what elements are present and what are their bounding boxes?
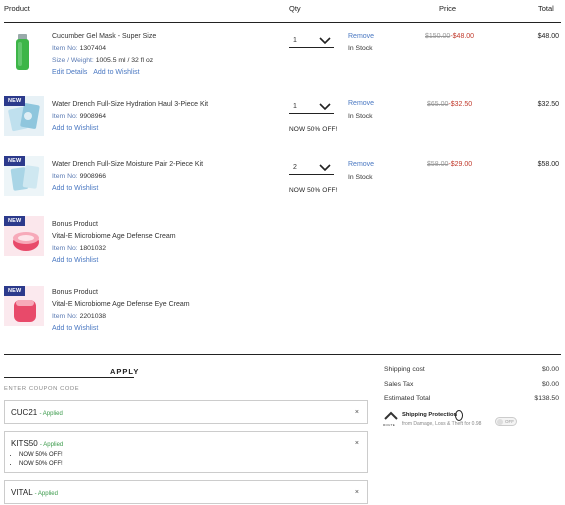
item-number: Item No: 9908964: [52, 113, 107, 120]
header-divider: [4, 22, 561, 23]
new-badge: NEW: [4, 286, 26, 296]
product-image-moisture-pair[interactable]: NEW: [4, 156, 44, 196]
chevron-down-icon: [319, 103, 331, 111]
coupon-code: KITS50 - Applied: [11, 439, 64, 448]
promo-text: NOW 50% OFF!: [289, 187, 338, 194]
shipping-protection-toggle[interactable]: OFF: [495, 417, 517, 426]
product-image-vital-e-cream[interactable]: NEW: [4, 216, 44, 256]
add-to-wishlist-link[interactable]: Add to Wishlist: [93, 69, 139, 76]
cart-item-1: Cucumber Gel Mask - Super Size Item No: …: [52, 31, 282, 79]
item-number: Item No: 9908966: [52, 173, 107, 180]
item-total: $32.50: [537, 101, 559, 108]
coupon-note: NOW 50% OFF!: [19, 451, 63, 460]
estimated-total-value: $138.50: [534, 395, 559, 402]
route-icon: [384, 411, 398, 420]
new-badge: NEW: [4, 216, 26, 226]
bonus-label: Bonus Product: [52, 221, 98, 228]
applied-coupon-vital: VITAL - Applied ×: [4, 480, 368, 504]
new-badge: NEW: [4, 156, 26, 166]
chevron-down-icon: [319, 164, 331, 172]
remove-link[interactable]: Remove: [348, 100, 374, 107]
item-price: $150.00-$48.00: [425, 33, 475, 40]
coupon-code: VITAL - Applied: [11, 488, 58, 497]
stock-status: In Stock: [348, 45, 373, 52]
shipping-cost-label: Shipping cost: [384, 366, 425, 373]
shipping-cost-value: $0.00: [541, 366, 559, 373]
coupon-note: NOW 50% OFF!: [19, 460, 63, 469]
header-total: Total: [538, 4, 554, 13]
coupon-code: CUC21 - Applied: [11, 408, 63, 417]
stock-status: In Stock: [348, 174, 373, 181]
quantity-select[interactable]: 1: [289, 34, 334, 48]
stock-status: In Stock: [348, 113, 373, 120]
add-to-wishlist-link[interactable]: Add to Wishlist: [52, 185, 98, 192]
info-icon[interactable]: [455, 410, 463, 421]
item-number: Item No: 1801032: [52, 245, 107, 252]
item-name: Water Drench Full-Size Hydration Haul 3-…: [52, 101, 209, 108]
new-badge: NEW: [4, 96, 26, 106]
remove-coupon-icon[interactable]: ×: [355, 440, 359, 447]
bonus-label: Bonus Product: [52, 289, 98, 296]
header-price: Price: [439, 4, 457, 13]
item-total: $48.00: [537, 33, 559, 40]
product-image-hydration-kit[interactable]: NEW: [4, 96, 44, 136]
coupon-placeholder-label: ENTER COUPON CODE: [4, 386, 80, 392]
item-name: Vital-E Microbiome Age Defense Eye Cream: [52, 301, 190, 308]
estimated-total-label: Estimated Total: [384, 395, 431, 402]
cart-item-5: Bonus Product Vital-E Microbiome Age Def…: [52, 287, 282, 335]
promo-text: NOW 50% OFF!: [289, 126, 338, 133]
add-to-wishlist-link[interactable]: Add to Wishlist: [52, 125, 98, 132]
cart-item-3: Water Drench Full-Size Moisture Pair 2-P…: [52, 159, 282, 195]
item-number: Item No: 1307404: [52, 45, 107, 52]
shipping-protection-title: Shipping Protection: [402, 412, 458, 418]
header-product: Product: [4, 4, 30, 13]
sales-tax-label: Sales Tax: [384, 381, 414, 388]
product-image-vital-e-eye-cream[interactable]: NEW: [4, 286, 44, 326]
quantity-select[interactable]: 1: [289, 100, 334, 114]
toggle-knob: [497, 419, 503, 425]
toggle-label: OFF: [505, 419, 514, 424]
add-to-wishlist-link[interactable]: Add to Wishlist: [52, 325, 98, 332]
route-logo: ROUTE: [383, 411, 399, 427]
item-price: $65.00-$32.50: [427, 101, 473, 108]
header-qty: Qty: [289, 4, 301, 13]
cart-divider: [4, 354, 561, 355]
add-to-wishlist-link[interactable]: Add to Wishlist: [52, 257, 98, 264]
edit-details-link[interactable]: Edit Details: [52, 69, 87, 76]
item-name: Cucumber Gel Mask - Super Size: [52, 33, 157, 40]
remove-coupon-icon[interactable]: ×: [355, 409, 359, 416]
applied-coupon-cuc21: CUC21 - Applied ×: [4, 400, 368, 424]
item-name: Water Drench Full-Size Moisture Pair 2-P…: [52, 161, 204, 168]
cart-item-2: Water Drench Full-Size Hydration Haul 3-…: [52, 99, 282, 135]
item-total: $58.00: [537, 161, 559, 168]
remove-link[interactable]: Remove: [348, 33, 374, 40]
cart-item-4: Bonus Product Vital-E Microbiome Age Def…: [52, 219, 282, 267]
item-size: Size / Weight: 1005.5 ml / 32 fl oz: [52, 57, 154, 64]
coupon-notes: NOW 50% OFF! NOW 50% OFF!: [19, 451, 63, 469]
shipping-protection-desc: from Damage, Loss & Theft for 0.98: [402, 421, 482, 427]
quantity-select[interactable]: 2: [289, 161, 334, 175]
item-price: $58.00-$29.00: [427, 161, 473, 168]
item-name: Vital-E Microbiome Age Defense Cream: [52, 233, 176, 240]
remove-link[interactable]: Remove: [348, 161, 374, 168]
remove-coupon-icon[interactable]: ×: [355, 489, 359, 496]
applied-coupon-kits50: KITS50 - Applied × NOW 50% OFF! NOW 50% …: [4, 431, 368, 473]
chevron-down-icon: [319, 37, 331, 45]
item-number: Item No: 2201038: [52, 313, 107, 320]
apply-coupon-button[interactable]: APPLY: [110, 367, 139, 376]
sales-tax-value: $0.00: [541, 381, 559, 388]
product-image-cucumber-mask[interactable]: [4, 32, 44, 72]
